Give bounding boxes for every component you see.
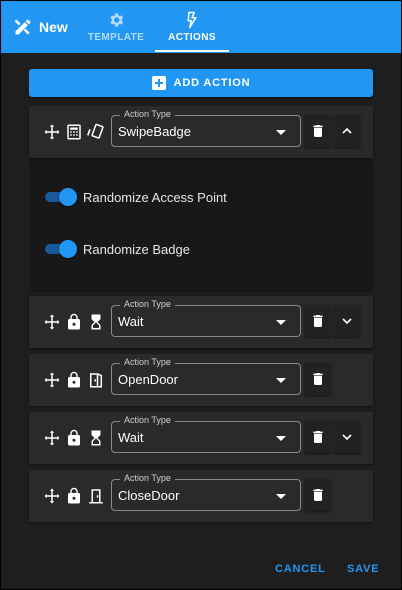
action-type-select[interactable]: Action Type OpenDoor [111,357,301,395]
actions-panel: ADD ACTION Action Type SwipeBadge Random… [1,53,401,589]
action-type-label: Action Type [120,473,175,483]
action-type-value: Wait [118,314,144,329]
lightning-icon [187,11,197,29]
lock-icon [68,313,80,330]
new-button[interactable]: New [13,15,68,39]
tab-actions-label: ACTIONS [168,32,216,43]
lock-icon [68,487,80,504]
action-row: Action Type SwipeBadge [29,106,373,158]
door-closed-icon [89,489,103,504]
action-type-select[interactable]: Action Type Wait [111,415,301,453]
hourglass-icon [91,430,101,446]
randomize-badge-toggle[interactable] [45,239,79,259]
card-reader-icon [67,124,81,140]
door-open-icon [90,373,102,388]
action-type-select[interactable]: Action Type Wait [111,299,301,337]
randomize-badge-option: Randomize Badge [45,239,190,259]
action-type-value: SwipeBadge [118,124,191,139]
trash-icon [313,489,323,501]
action-row: Action Type OpenDoor [29,354,373,406]
drag-handle-icon[interactable] [43,429,61,447]
drag-handle-icon[interactable] [43,487,61,505]
app-window: New TEMPLATE ACTIONS ADD ACTION Action T… [1,1,401,589]
drag-handle-icon[interactable] [43,313,61,331]
action-row: Action Type Wait [29,296,373,348]
randomize-access-point-label: Randomize Access Point [83,189,227,205]
expand-action-button[interactable] [334,305,360,337]
save-button[interactable]: SAVE [347,563,379,575]
action-type-select[interactable]: Action Type SwipeBadge [111,109,301,147]
pencil-ruler-icon [14,19,31,35]
chevron-down-icon [342,318,352,325]
chevron-up-icon [342,127,352,134]
tab-actions[interactable]: ACTIONS [155,1,229,53]
delete-action-button[interactable] [305,115,331,147]
tab-template[interactable]: TEMPLATE [83,1,149,53]
action-type-value: Wait [118,430,144,445]
cancel-button[interactable]: CANCEL [275,563,326,575]
chevron-down-icon [276,436,286,441]
brand-label: New [39,19,68,35]
expand-action-button[interactable] [334,421,360,453]
chevron-down-icon [276,494,286,499]
randomize-access-point-option: Randomize Access Point [45,187,227,207]
trash-icon [313,431,323,443]
action-type-value: CloseDoor [118,488,180,503]
delete-action-button[interactable] [305,479,331,511]
hourglass-icon [91,314,101,330]
trash-icon [313,315,323,327]
action-row: Action Type Wait [29,412,373,464]
action-type-value: OpenDoor [118,372,178,387]
chevron-down-icon [276,378,286,383]
lock-icon [68,371,80,388]
delete-action-button[interactable] [305,363,331,395]
delete-action-button[interactable] [305,305,331,337]
tab-template-label: TEMPLATE [87,32,145,43]
add-action-button[interactable]: ADD ACTION [29,69,373,97]
drag-handle-icon[interactable] [43,123,61,141]
action-type-label: Action Type [120,109,175,119]
trash-icon [313,373,323,385]
active-tab-indicator [155,50,229,52]
action-type-select[interactable]: Action Type CloseDoor [111,473,301,511]
app-header: New TEMPLATE ACTIONS [1,1,401,53]
action-type-label: Action Type [120,299,175,309]
add-action-label: ADD ACTION [173,77,251,89]
delete-action-button[interactable] [305,421,331,453]
badge-swipe-icon [87,123,104,139]
action-row: Action Type CloseDoor [29,470,373,522]
randomize-access-point-toggle[interactable] [45,187,79,207]
chevron-down-icon [276,320,286,325]
collapse-action-button[interactable] [334,115,360,147]
trash-icon [313,125,323,137]
action-type-label: Action Type [120,357,175,367]
plus-box-icon [151,76,166,90]
gear-icon [110,13,124,27]
lock-icon [68,429,80,446]
chevron-down-icon [276,130,286,135]
chevron-down-icon [342,434,352,441]
randomize-badge-label: Randomize Badge [83,241,190,257]
drag-handle-icon[interactable] [43,371,61,389]
action-type-label: Action Type [120,415,175,425]
